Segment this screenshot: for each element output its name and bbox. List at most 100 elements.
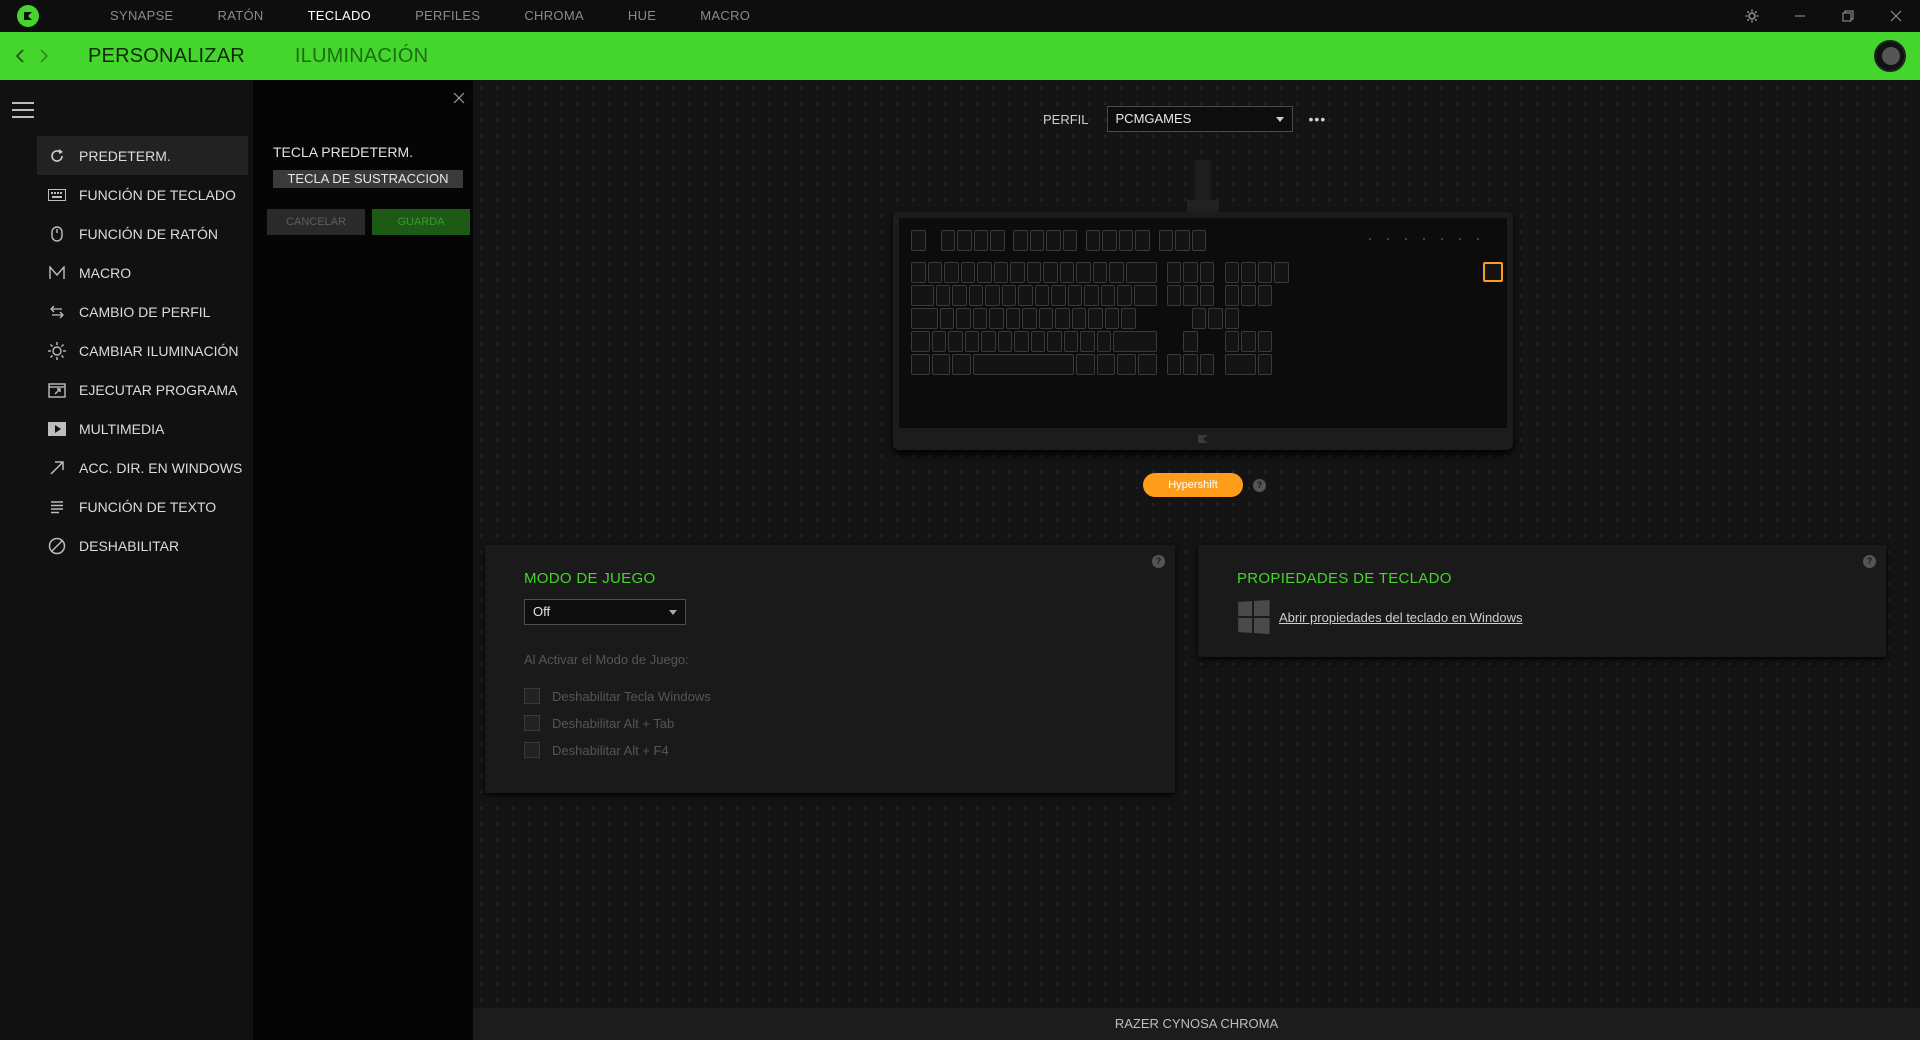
keyboard-key[interactable] xyxy=(968,285,984,306)
help-icon[interactable]: ? xyxy=(1253,478,1266,492)
keyboard-key[interactable] xyxy=(911,230,926,251)
keyboard-key[interactable] xyxy=(1038,308,1054,329)
keyboard-key[interactable] xyxy=(1096,331,1112,352)
keyboard-key[interactable] xyxy=(911,285,934,306)
keyboard-key[interactable] xyxy=(1183,354,1198,375)
keyboard-key[interactable] xyxy=(931,354,951,375)
keyboard-key[interactable] xyxy=(1076,354,1095,375)
keyboard-key[interactable] xyxy=(1125,262,1157,283)
keyboard-key[interactable] xyxy=(1121,308,1136,329)
keyboard-key[interactable] xyxy=(972,354,1074,375)
keyboard-key[interactable] xyxy=(1183,262,1198,283)
keyboard-key[interactable] xyxy=(1158,230,1173,251)
keyboard-key[interactable] xyxy=(1166,354,1182,375)
sidebar-item-ejecutar-programa[interactable]: EJECUTAR PROGRAMA xyxy=(37,370,248,409)
topnav-hue[interactable]: HUE xyxy=(606,0,678,32)
keyboard-key[interactable] xyxy=(1001,285,1017,306)
gear-icon[interactable] xyxy=(1728,0,1776,32)
sidebar-item-macro[interactable]: MACRO xyxy=(37,253,248,292)
keyboard-key[interactable] xyxy=(1043,262,1058,283)
open-keyboard-properties-link[interactable]: Abrir propiedades del teclado en Windows xyxy=(1279,610,1523,625)
forward-arrow-icon[interactable] xyxy=(32,32,56,80)
keyboard-key[interactable] xyxy=(1014,331,1029,352)
keyboard-key[interactable] xyxy=(1067,285,1083,306)
keyboard-key[interactable] xyxy=(1096,354,1116,375)
keyboard-key[interactable] xyxy=(911,354,930,375)
keyboard-key[interactable] xyxy=(1084,285,1099,306)
keyboard-key[interactable] xyxy=(1088,308,1103,329)
keyboard-key[interactable] xyxy=(1026,262,1041,283)
keyboard-key[interactable] xyxy=(997,331,1013,352)
keyboard-key[interactable] xyxy=(985,285,1000,306)
keyboard-key[interactable] xyxy=(952,354,971,375)
sidebar-item-acc-dir-windows[interactable]: ACC. DIR. EN WINDOWS xyxy=(37,448,248,487)
keyboard-key[interactable] xyxy=(1092,262,1107,283)
keyboard-key[interactable] xyxy=(1191,308,1206,329)
keyboard-key[interactable] xyxy=(1241,285,1256,306)
game-mode-dropdown[interactable]: Off xyxy=(524,599,686,625)
keyboard-key[interactable] xyxy=(911,262,926,283)
restore-icon[interactable] xyxy=(1824,0,1872,32)
keyboard-key[interactable] xyxy=(1076,262,1091,283)
keyboard-key[interactable] xyxy=(1257,331,1272,352)
sidebar-item-multimedia[interactable]: MULTIMEDIA xyxy=(37,409,248,448)
keyboard-key[interactable] xyxy=(957,230,972,251)
keyboard-key[interactable] xyxy=(1183,285,1198,306)
sidebar-item-cambiar-iluminacion[interactable]: CAMBIAR ILUMINACIÓN xyxy=(37,331,248,370)
keyboard-key[interactable] xyxy=(989,308,1004,329)
keyboard-key[interactable] xyxy=(1030,331,1046,352)
close-icon[interactable] xyxy=(1872,0,1920,32)
topnav-raton[interactable]: RATÓN xyxy=(196,0,286,32)
keyboard-key[interactable] xyxy=(1133,285,1157,306)
keyboard-key[interactable] xyxy=(1199,262,1215,283)
keyboard-key[interactable] xyxy=(1257,262,1272,283)
keyboard-key[interactable] xyxy=(931,331,947,352)
sidebar-item-funcion-teclado[interactable]: FUNCIÓN DE TECLADO xyxy=(37,175,248,214)
keyboard-key[interactable] xyxy=(1100,285,1116,306)
keyboard-key[interactable] xyxy=(972,308,988,329)
keyboard-key[interactable] xyxy=(1063,331,1079,352)
more-options-icon[interactable]: ••• xyxy=(1309,111,1327,127)
keyboard-key[interactable] xyxy=(1022,308,1037,329)
keyboard-key[interactable] xyxy=(911,331,930,352)
keyboard-key[interactable] xyxy=(1224,262,1239,283)
profile-dropdown[interactable]: PCMGAMES xyxy=(1106,106,1293,132)
tab-iluminacion[interactable]: ILUMINACIÓN xyxy=(295,45,428,68)
keyboard-key[interactable] xyxy=(1166,285,1182,306)
keyboard-key[interactable] xyxy=(940,230,956,251)
keyboard-key[interactable] xyxy=(1274,262,1289,283)
keyboard-key[interactable] xyxy=(948,331,963,352)
keyboard-key[interactable] xyxy=(1199,285,1215,306)
keyboard-key[interactable] xyxy=(964,331,980,352)
sidebar-item-funcion-texto[interactable]: FUNCIÓN DE TEXTO xyxy=(37,487,248,526)
keyboard-key[interactable] xyxy=(1062,230,1078,251)
keyboard-key[interactable] xyxy=(1109,262,1124,283)
keyboard-key[interactable] xyxy=(1013,230,1028,251)
topnav-chroma[interactable]: CHROMA xyxy=(502,0,606,32)
keyboard-key[interactable] xyxy=(1224,285,1239,306)
razer-logo[interactable] xyxy=(0,0,56,32)
minimize-icon[interactable] xyxy=(1776,0,1824,32)
option-disable-alt-f4[interactable]: Deshabilitar Alt + F4 xyxy=(524,742,669,758)
sidebar-item-funcion-raton[interactable]: FUNCIÓN DE RATÓN xyxy=(37,214,248,253)
keyboard-key[interactable] xyxy=(1018,285,1033,306)
keyboard-key[interactable] xyxy=(1113,331,1157,352)
keyboard-key[interactable] xyxy=(1051,285,1066,306)
selected-key-keypad-minus[interactable] xyxy=(1483,262,1503,282)
keyboard-key[interactable] xyxy=(1257,354,1272,375)
keyboard-key[interactable] xyxy=(1029,230,1045,251)
keyboard-key[interactable] xyxy=(1005,308,1021,329)
keyboard-key[interactable] xyxy=(1085,230,1101,251)
close-icon[interactable] xyxy=(453,88,465,109)
keyboard-key[interactable] xyxy=(956,308,971,329)
topnav-perfiles[interactable]: PERFILES xyxy=(393,0,502,32)
back-arrow-icon[interactable] xyxy=(8,32,32,80)
keyboard-key[interactable] xyxy=(960,262,975,283)
keyboard-key[interactable] xyxy=(1175,230,1190,251)
keyboard-key[interactable] xyxy=(1117,354,1136,375)
keyboard-key[interactable] xyxy=(1117,285,1132,306)
keyboard-key[interactable] xyxy=(1104,308,1120,329)
save-button[interactable]: GUARDA xyxy=(372,209,470,235)
keyboard-key[interactable] xyxy=(1118,230,1134,251)
keyboard-key[interactable] xyxy=(1034,285,1050,306)
